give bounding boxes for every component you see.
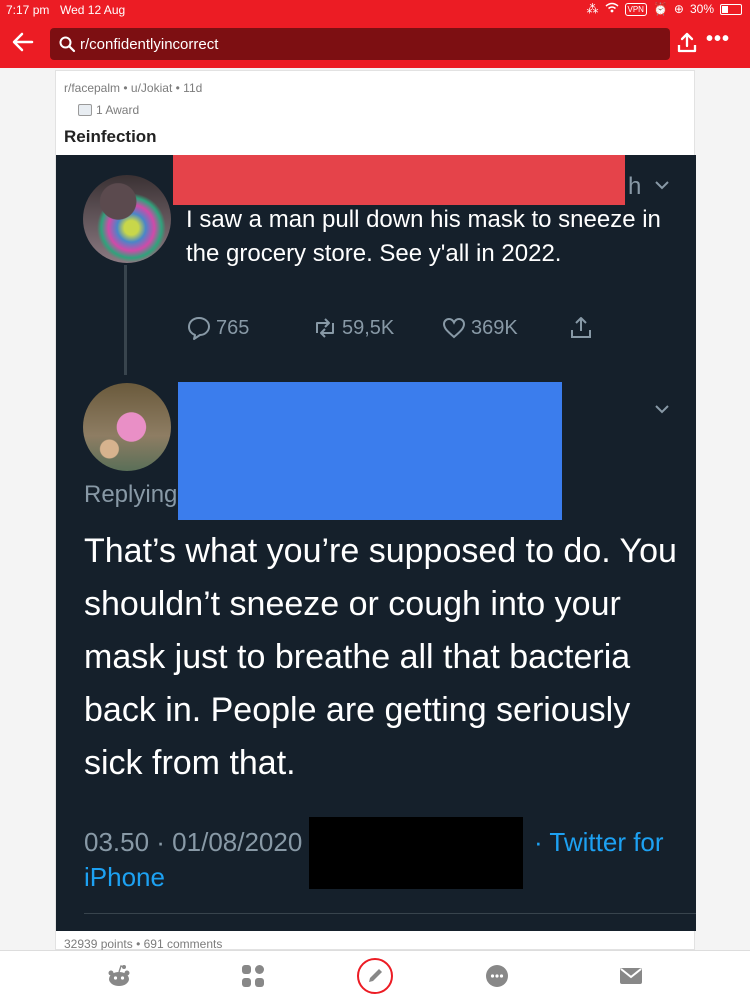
share-action [568,315,594,341]
reply-count: 765 [216,316,250,339]
create-post-button[interactable] [357,958,393,994]
divider [84,913,696,914]
wifi-icon [605,2,619,16]
like-action: 369K [441,315,518,341]
rotation-lock-icon: ⊕ [673,2,684,16]
points-count: 32939 points [64,937,133,951]
retweet-action: 59,5K [312,315,394,341]
back-button[interactable] [10,29,36,55]
battery-percent: 30% [689,2,714,16]
alarm-icon: ⏰ [652,2,668,16]
avatar [83,175,171,263]
battery-icon [720,3,742,15]
tweet-text: I saw a man pull down his mask to sneeze… [186,206,661,267]
bottom-tab-bar [0,950,750,1000]
chat-icon[interactable] [484,963,510,989]
status-time: 7:17 pm [6,3,50,17]
share-icon [571,317,591,338]
subreddit-link[interactable]: r/facepalm [64,81,120,95]
nav-bar: r/confidentlyincorrect ••• [0,20,750,68]
chevron-down-icon [655,181,669,190]
meta-separator: • [123,81,131,95]
status-bar: 7:17 pm Wed 12 Aug ⁂ VPN ⏰ ⊕ 30% [0,0,750,20]
post-age: 11d [183,81,203,95]
post-stats: 32939 points • 691 comments [64,937,222,951]
tweet-timestamp: 03.50 · 01/08/2020 [84,827,303,857]
comments-count[interactable]: 691 comments [144,937,223,951]
pencil-icon [369,969,382,982]
tweet-client: · Twitter for [534,827,664,857]
loading-icon: ⁂ [586,2,599,16]
reply-action: 765 [186,315,249,341]
tweet-client-line2: iPhone [84,862,165,892]
meta-separator: • [136,937,144,951]
inbox-icon[interactable] [618,963,644,989]
redaction-block [309,817,523,889]
avatar [83,383,171,471]
search-icon [59,36,76,53]
redaction-block [178,382,562,520]
award-icon [78,104,92,116]
award-label: 1 Award [96,103,140,117]
author-link[interactable]: u/Jokiat [131,81,172,95]
thread-line [124,265,127,375]
post-card[interactable]: r/facepalm • u/Jokiat • 11d 1 Award Rein… [55,70,696,951]
reply-icon [188,317,210,340]
more-options-icon[interactable]: ••• [706,28,730,51]
vpn-badge: VPN [624,2,647,16]
post-image[interactable]: h I saw a man pull down his mask to snee… [56,155,696,931]
status-indicators: ⁂ VPN ⏰ ⊕ 30% [586,2,742,16]
search-text: r/confidentlyincorrect [80,36,219,53]
redaction-block [173,155,625,205]
timestamp-fragment: h [628,173,642,200]
search-bar[interactable]: r/confidentlyincorrect [50,28,670,60]
status-date: Wed 12 Aug [60,3,126,17]
post-meta: r/facepalm • u/Jokiat • 11d [64,81,202,95]
share-icon[interactable] [676,32,698,54]
chevron-down-icon [655,405,669,414]
replying-label: Replying [84,481,178,508]
communities-icon[interactable] [240,963,266,989]
post-title[interactable]: Reinfection [64,127,157,147]
reply-text: That’s what you’re supposed to do. You s… [84,532,677,782]
retweet-count: 59,5K [342,316,395,339]
reddit-home-icon[interactable] [106,963,132,989]
heart-icon [442,317,466,339]
like-count: 369K [471,316,518,339]
tweet-actions: 765 59,5K 369K [186,315,606,349]
award-row[interactable]: 1 Award [78,103,139,117]
retweet-icon [316,318,334,338]
arrow-left-icon [12,32,34,52]
